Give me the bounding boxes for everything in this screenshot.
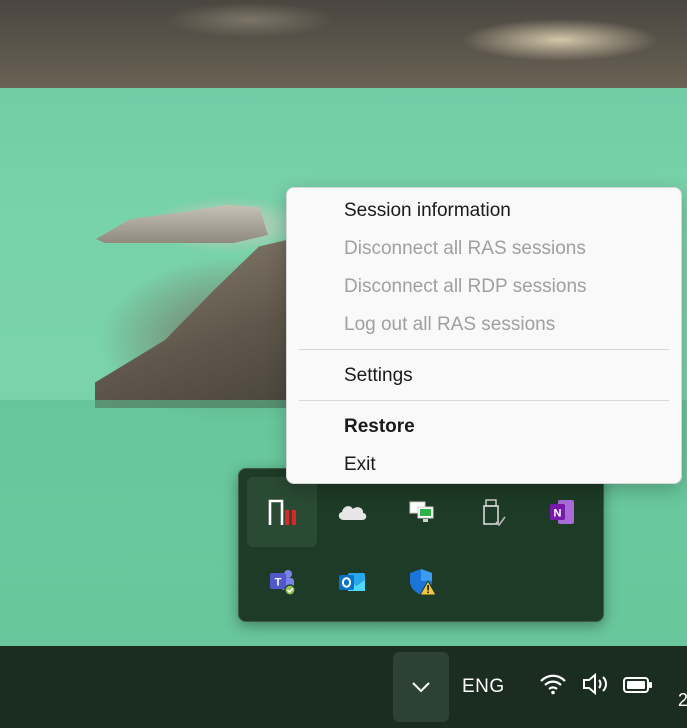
menu-item-restore[interactable]: Restore: [287, 409, 681, 445]
parallels-client-icon[interactable]: [247, 477, 317, 547]
wifi-icon[interactable]: [539, 672, 567, 701]
wallpaper-shore: [0, 0, 687, 88]
svg-text:N: N: [554, 508, 562, 520]
defender-warning-icon[interactable]: [387, 547, 457, 617]
onenote-icon[interactable]: N: [527, 477, 597, 547]
menu-separator: [299, 400, 669, 401]
wallpaper-rock-small: [96, 205, 268, 243]
show-hidden-icons-button[interactable]: [393, 652, 449, 722]
svg-text:T: T: [275, 577, 282, 589]
onedrive-icon[interactable]: [317, 477, 387, 547]
menu-item-session-information[interactable]: Session information: [287, 193, 681, 229]
menu-item-logout-ras: Log out all RAS sessions: [344, 314, 556, 335]
menu-item-disconnect-ras: Disconnect all RAS sessions: [344, 238, 586, 259]
wallpaper-rock-large: [95, 238, 295, 408]
battery-icon[interactable]: [622, 675, 654, 700]
tray-overflow-flyout: N T: [238, 468, 604, 622]
usb-drive-icon[interactable]: [457, 477, 527, 547]
menu-item-disconnect-rdp: Disconnect all RDP sessions: [344, 276, 587, 297]
volume-icon[interactable]: [581, 672, 611, 701]
teams-icon[interactable]: T: [247, 547, 317, 617]
outlook-icon[interactable]: [317, 547, 387, 617]
taskbar: ENG 2: [0, 646, 687, 728]
chevron-down-icon: [412, 682, 430, 693]
clock-fragment[interactable]: 2: [678, 690, 687, 711]
menu-separator: [299, 349, 669, 350]
menu-item-settings[interactable]: Settings: [287, 358, 681, 394]
menu-item-exit[interactable]: Exit: [287, 447, 681, 483]
parallels-context-menu: Session information Disconnect all RAS s…: [286, 187, 682, 484]
network-monitor-icon[interactable]: [387, 477, 457, 547]
input-language-indicator[interactable]: ENG: [462, 676, 505, 698]
